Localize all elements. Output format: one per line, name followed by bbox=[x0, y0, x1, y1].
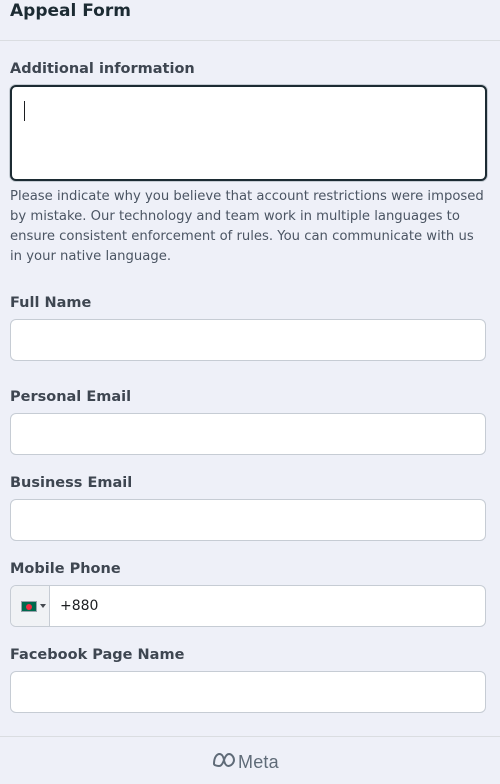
business-email-label: Business Email bbox=[10, 475, 133, 491]
mobile-phone-label: Mobile Phone bbox=[10, 561, 121, 577]
mobile-phone-value[interactable]: +880 bbox=[60, 596, 98, 616]
personal-email-input[interactable] bbox=[10, 413, 486, 455]
chevron-down-icon bbox=[40, 604, 46, 608]
additional-info-helper-text: Please indicate why you believe that acc… bbox=[10, 189, 484, 264]
appeal-form-page: Appeal Form Additional information Pleas… bbox=[0, 0, 500, 784]
country-code-selector[interactable] bbox=[11, 586, 50, 626]
additional-info-label: Additional information bbox=[10, 61, 195, 77]
text-caret bbox=[24, 101, 25, 121]
business-email-input[interactable] bbox=[10, 499, 486, 541]
additional-info-textarea[interactable] bbox=[10, 85, 487, 181]
page-title: Appeal Form bbox=[10, 1, 131, 21]
footer: Meta bbox=[0, 736, 500, 784]
facebook-page-name-label: Facebook Page Name bbox=[10, 647, 185, 663]
bangladesh-flag-icon bbox=[21, 601, 37, 612]
meta-infinity-icon bbox=[212, 752, 236, 768]
full-name-label: Full Name bbox=[10, 295, 92, 311]
mobile-phone-field[interactable]: +880 bbox=[10, 585, 486, 627]
form-header: Appeal Form bbox=[0, 0, 500, 41]
facebook-page-name-input[interactable] bbox=[10, 671, 486, 713]
personal-email-label: Personal Email bbox=[10, 389, 132, 405]
meta-brand-text: Meta bbox=[238, 752, 279, 772]
full-name-input[interactable] bbox=[10, 319, 486, 361]
